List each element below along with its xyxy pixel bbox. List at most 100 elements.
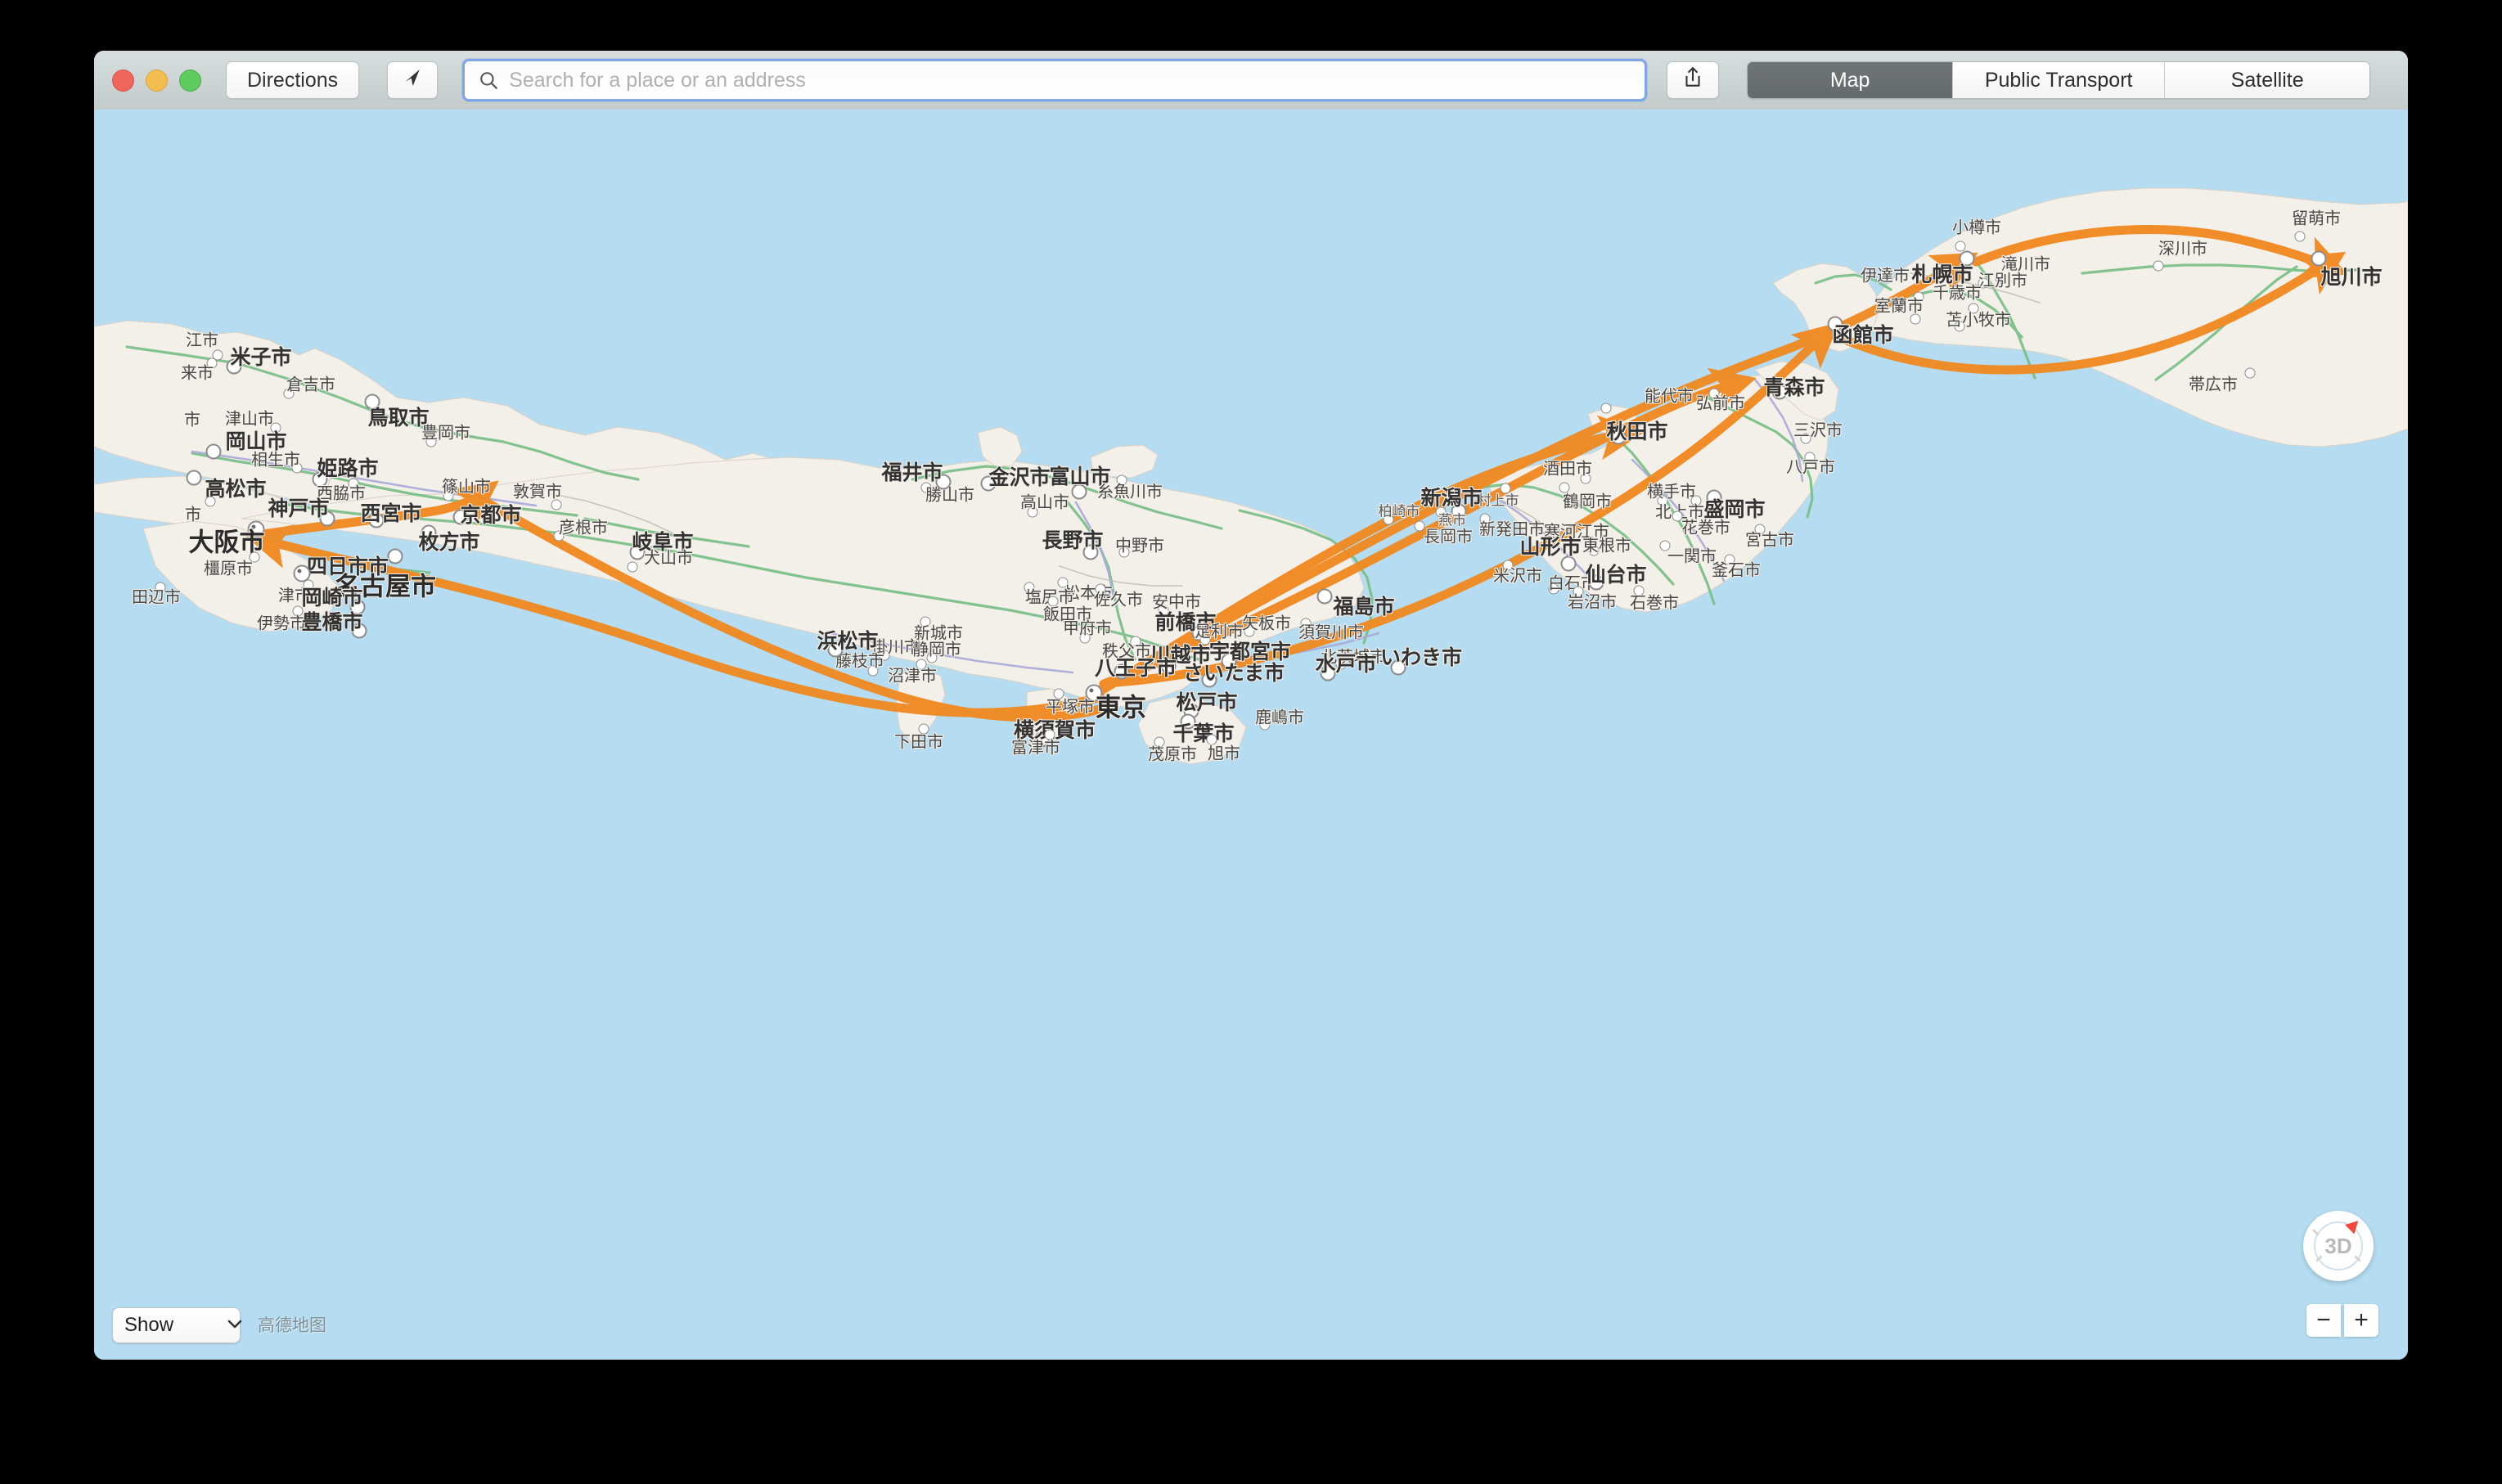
city-marker-dot[interactable] (629, 544, 646, 560)
city-marker-dot[interactable] (1199, 634, 1211, 645)
directions-button[interactable]: Directions (226, 61, 360, 99)
city-marker-dot[interactable] (2294, 231, 2306, 242)
city-marker-dot[interactable] (879, 650, 890, 661)
city-marker-dot[interactable] (551, 499, 562, 510)
city-marker-dot[interactable] (1024, 582, 1035, 593)
zoom-out-button[interactable]: − (2306, 1304, 2341, 1337)
zoom-window-button[interactable] (179, 69, 201, 92)
city-marker-dot[interactable] (1910, 313, 1921, 325)
city-marker-dot[interactable] (1201, 672, 1217, 688)
city-marker-dot[interactable] (1573, 586, 1584, 597)
city-marker-dot[interactable] (1479, 513, 1491, 524)
city-marker-dot[interactable] (920, 616, 931, 627)
compass-3d-button[interactable]: 3D (2303, 1211, 2374, 1281)
city-marker-dot[interactable] (2153, 260, 2164, 272)
city-marker-dot[interactable] (205, 496, 216, 507)
city-marker-dot[interactable] (1085, 684, 1103, 702)
city-marker-dot[interactable] (226, 358, 242, 375)
city-marker-dot[interactable] (1435, 506, 1447, 518)
city-marker-dot[interactable] (1706, 489, 1722, 506)
city-marker-dot[interactable] (1657, 495, 1668, 506)
tab-public-transport[interactable]: Public Transport (1953, 62, 2166, 98)
city-marker-dot[interactable] (1800, 433, 1811, 444)
city-marker-dot[interactable] (283, 388, 295, 399)
city-marker-dot[interactable] (425, 436, 437, 447)
city-marker-dot[interactable] (1130, 636, 1141, 647)
city-marker-dot[interactable] (270, 422, 281, 434)
city-marker-dot[interactable] (1414, 520, 1425, 532)
city-marker-dot[interactable] (1114, 663, 1130, 680)
city-marker-dot[interactable] (387, 548, 403, 564)
city-marker-dot[interactable] (1548, 583, 1559, 595)
city-marker-dot[interactable] (1095, 583, 1106, 595)
search-input[interactable] (507, 67, 1645, 93)
city-marker-dot[interactable] (827, 641, 844, 658)
city-marker-dot[interactable] (1180, 713, 1196, 730)
share-button[interactable] (1667, 61, 1720, 99)
city-marker-dot[interactable] (1500, 483, 1511, 494)
city-marker-dot[interactable] (292, 605, 304, 617)
city-marker-dot[interactable] (1913, 291, 1924, 303)
city-marker-dot[interactable] (1804, 452, 1816, 463)
city-marker-dot[interactable] (1451, 503, 1467, 519)
city-marker-dot[interactable] (920, 482, 932, 493)
city-marker-dot[interactable] (1320, 665, 1336, 681)
city-marker-dot[interactable] (1633, 585, 1645, 596)
city-marker-dot[interactable] (1221, 653, 1237, 669)
city-marker-dot[interactable] (1672, 510, 1683, 522)
city-marker-dot[interactable] (1580, 473, 1591, 484)
city-marker-dot[interactable] (249, 551, 260, 563)
city-marker-dot[interactable] (1771, 384, 1788, 400)
city-marker-dot[interactable] (918, 723, 929, 735)
city-marker-dot[interactable] (1335, 659, 1347, 670)
city-marker-dot[interactable] (1116, 474, 1127, 486)
city-marker-dot[interactable] (1995, 272, 2006, 284)
city-marker-dot[interactable] (1158, 605, 1169, 616)
city-marker-dot[interactable] (1959, 250, 1975, 267)
city-marker-dot[interactable] (1610, 429, 1627, 445)
city-marker-dot[interactable] (1383, 514, 1394, 525)
city-marker-dot[interactable] (1600, 402, 1612, 414)
city-marker-dot[interactable] (303, 579, 314, 591)
city-marker-dot[interactable] (916, 659, 927, 670)
city-marker-dot[interactable] (364, 393, 380, 410)
city-marker-dot[interactable] (349, 599, 366, 615)
city-marker-dot[interactable] (1588, 545, 1600, 556)
city-marker-dot[interactable] (1118, 546, 1130, 558)
city-marker-dot[interactable] (1690, 495, 1702, 506)
city-marker-dot[interactable] (2244, 367, 2256, 379)
city-marker-dot[interactable] (291, 462, 303, 474)
city-marker-dot[interactable] (368, 512, 385, 528)
city-marker-dot[interactable] (1502, 560, 1514, 571)
city-marker-dot[interactable] (1968, 303, 1979, 314)
city-marker-dot[interactable] (1559, 482, 1570, 493)
city-marker-dot[interactable] (1244, 626, 1255, 637)
city-marker-dot[interactable] (627, 561, 638, 573)
city-marker-dot[interactable] (1206, 734, 1217, 745)
city-marker-dot[interactable] (1588, 574, 1604, 591)
city-marker-dot[interactable] (1057, 577, 1069, 588)
city-marker-dot[interactable] (1827, 316, 1843, 332)
city-marker-dot[interactable] (247, 520, 265, 538)
city-marker-dot[interactable] (348, 478, 359, 489)
city-marker-dot[interactable] (1079, 632, 1091, 644)
city-marker-dot[interactable] (935, 474, 952, 490)
zoom-in-button[interactable]: + (2344, 1304, 2378, 1337)
city-marker-dot[interactable] (1549, 526, 1560, 537)
close-window-button[interactable] (112, 69, 134, 92)
city-marker-dot[interactable] (1047, 596, 1059, 607)
city-marker-dot[interactable] (1071, 483, 1087, 500)
city-marker-dot[interactable] (1955, 241, 1966, 252)
city-marker-dot[interactable] (1154, 736, 1165, 748)
search-field[interactable] (462, 59, 1648, 101)
city-marker-dot[interactable] (926, 652, 938, 663)
city-marker-dot[interactable] (1754, 524, 1766, 535)
city-marker-dot[interactable] (1724, 554, 1735, 565)
city-marker-dot[interactable] (1954, 321, 1965, 332)
city-marker-dot[interactable] (1708, 388, 1720, 399)
show-dropdown[interactable]: Show (112, 1307, 242, 1343)
city-marker-dot[interactable] (2311, 250, 2327, 267)
city-marker-dot[interactable] (312, 471, 328, 488)
city-marker-dot[interactable] (452, 509, 469, 525)
city-marker-dot[interactable] (980, 475, 997, 492)
